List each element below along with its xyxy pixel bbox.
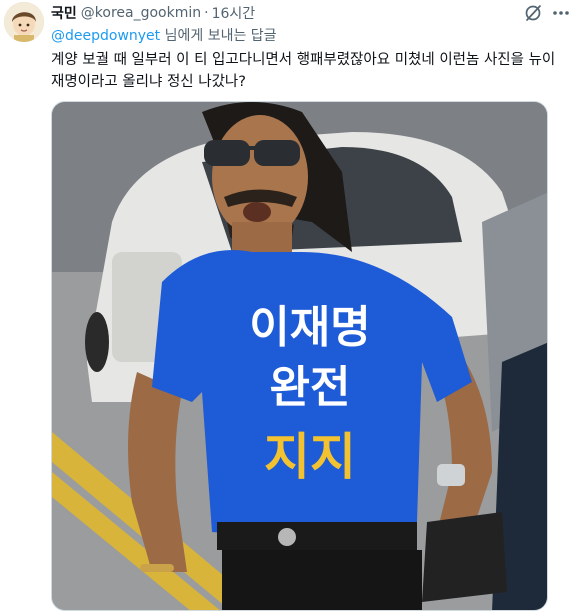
tweet-header: 국민 @korea_gookmin · 16시간: [51, 3, 255, 23]
author-handle[interactable]: @korea_gookmin: [81, 5, 201, 21]
reply-suffix: 님에게 보내는 답글: [160, 28, 277, 44]
photo-illustration: 이재명 완전 지지: [52, 102, 547, 610]
tweet-time[interactable]: 16시간: [212, 3, 256, 23]
author-name[interactable]: 국민: [51, 3, 77, 23]
separator-dot: ·: [204, 5, 209, 21]
tweet-photo[interactable]: 이재명 완전 지지: [51, 101, 548, 611]
shirt-text-line-3: 지지: [264, 428, 356, 486]
reply-context: @deepdownyet 님에게 보내는 답글: [51, 25, 277, 45]
avatar-illustration: [4, 2, 44, 42]
grok-icon[interactable]: [523, 3, 543, 23]
shirt-text-line-1: 이재명: [249, 302, 370, 353]
tweet: 국민 @korea_gookmin · 16시간 @deepdownyet 님에…: [0, 0, 585, 614]
shirt-text-line-2: 완전: [270, 362, 351, 413]
more-options-icon[interactable]: [551, 4, 571, 22]
reply-to-mention[interactable]: @deepdownyet: [51, 28, 160, 44]
avatar[interactable]: [4, 2, 44, 42]
tweet-text: 계양 보궐 때 일부러 이 티 입고다니면서 행패부렸잖아요 미쳤네 이런놈 사…: [51, 52, 556, 90]
